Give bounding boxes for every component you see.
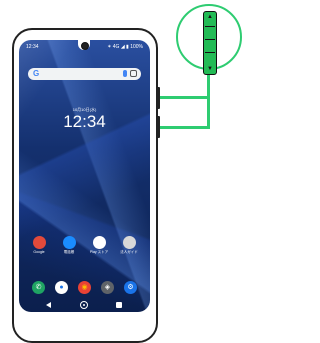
app-contacts[interactable]: 電話帳 (58, 236, 80, 260)
google-folder-icon (32, 236, 46, 249)
status-icons: ✶ 4G ◢ ▮ 100% (107, 44, 143, 50)
callout-leader (207, 74, 210, 129)
google-search-bar[interactable]: G (28, 68, 141, 80)
app-guide[interactable]: 法人ガイド (118, 236, 140, 260)
home-icon[interactable] (80, 301, 88, 309)
callout-leader (160, 126, 210, 129)
callout-leader (160, 96, 210, 99)
volume-key-zoom: ▲ ▼ (203, 11, 217, 75)
chrome-icon[interactable]: ◉ (78, 281, 91, 294)
phone-glyph: ✆ (35, 284, 42, 291)
volume-down-arrow-icon: ▼ (207, 66, 213, 72)
message-icon[interactable]: ● (55, 281, 68, 294)
status-bar: 12:34 ✶ 4G ◢ ▮ 100% (24, 43, 145, 51)
app-label: Play ストア (89, 250, 109, 254)
key-divider (205, 26, 215, 27)
app-play-store[interactable]: Play ストア (88, 236, 110, 260)
contacts-icon (62, 236, 76, 249)
google-logo-icon: G (33, 69, 40, 78)
guide-icon (122, 236, 136, 249)
volume-up-arrow-icon: ▲ (207, 14, 213, 20)
home-screen: 12:34 ✶ 4G ◢ ▮ 100% G 10月10日(水) 12:34 Go… (19, 40, 150, 312)
mic-icon[interactable] (123, 70, 127, 77)
app-row: Google 電話帳 Play ストア 法人ガイド (28, 236, 141, 260)
settings-icon[interactable]: ⚙ (124, 281, 137, 294)
key-divider (205, 52, 215, 53)
clock-time[interactable]: 12:34 (19, 112, 150, 132)
lens-icon[interactable] (130, 70, 137, 77)
camera-icon[interactable]: ◈ (101, 281, 114, 294)
message-glyph: ● (59, 284, 64, 291)
app-label: 法人ガイド (120, 250, 138, 254)
navigation-bar (19, 299, 150, 312)
key-divider (205, 39, 215, 40)
back-icon[interactable] (46, 302, 51, 308)
camera-glyph: ◈ (104, 284, 111, 291)
recent-apps-icon[interactable] (116, 302, 122, 308)
phone-icon[interactable]: ✆ (32, 281, 45, 294)
play-store-icon (92, 236, 106, 249)
chrome-glyph: ◉ (81, 284, 88, 291)
settings-glyph: ⚙ (127, 284, 134, 291)
app-label: Google (33, 250, 45, 254)
app-label: 電話帳 (63, 250, 75, 254)
dock: ✆ ● ◉ ◈ ⚙ (28, 281, 141, 295)
app-google[interactable]: Google (28, 236, 50, 260)
status-time: 12:34 (26, 44, 39, 50)
